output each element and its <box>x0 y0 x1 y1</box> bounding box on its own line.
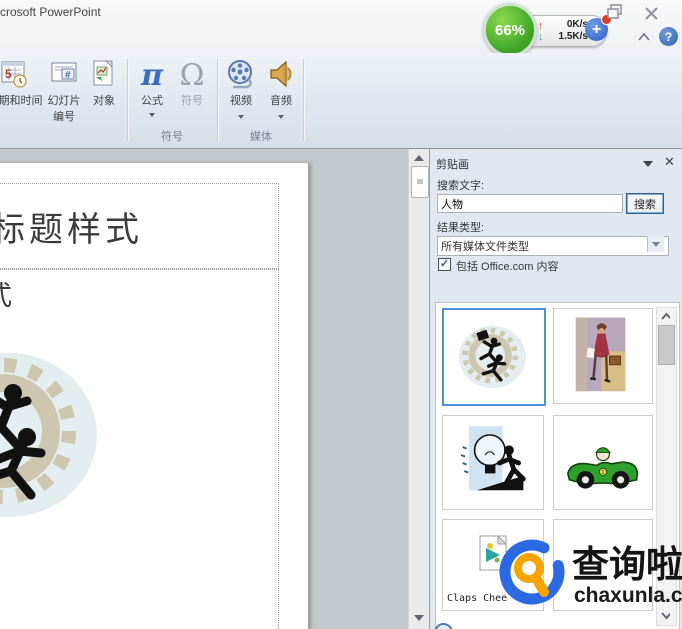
green-cartoon-car-image <box>566 446 639 489</box>
window-title: crosoft PowerPoint <box>0 5 101 19</box>
date-and-time-button[interactable]: 5 日期和时间 <box>0 55 43 145</box>
watermark-text: 查询啦 <box>572 542 682 586</box>
idea-lightbulb-figure-image <box>453 421 533 505</box>
ribbon: 5 日期和时间 # 幻灯片 编号 对象 <box>0 53 682 149</box>
object-button[interactable]: 对象 <box>86 55 122 145</box>
group-label-symbols: 符号 <box>161 131 183 143</box>
woman-walking-image <box>574 316 627 393</box>
close-window-icon[interactable] <box>644 6 659 21</box>
thumb-grip <box>417 179 423 184</box>
body-placeholder-text: 式 <box>0 274 12 313</box>
chevron-down-icon <box>149 113 155 117</box>
slide-number-button[interactable]: # 幻灯片 编号 <box>40 55 88 145</box>
powerpoint-window: 1 crosoft PowerPoint ↑ 0K/s ↓ 1.5K/s 66%… <box>0 0 682 629</box>
scroll-up-icon[interactable] <box>414 155 424 161</box>
pane-title: 剪贴画 <box>436 159 469 171</box>
scrollbar-thumb[interactable] <box>658 325 675 365</box>
title-placeholder-text: 标题样式 <box>0 211 143 249</box>
include-office-checkbox[interactable]: ✓ <box>438 258 451 271</box>
chevron-down-icon <box>238 115 244 119</box>
scroll-down-icon[interactable] <box>414 615 424 621</box>
title-bar: crosoft PowerPoint ↑ 0K/s ↓ 1.5K/s 66% +… <box>0 0 682 57</box>
chevron-down-icon <box>278 115 284 119</box>
workspace-scrollbar[interactable] <box>408 149 430 629</box>
group-separator <box>303 59 305 141</box>
help-button[interactable]: ? <box>659 27 678 46</box>
chevron-down-icon <box>652 241 660 247</box>
plus-icon: + <box>591 20 602 38</box>
scrollbar-thumb[interactable] <box>411 166 429 198</box>
search-button[interactable]: 搜索 <box>626 193 664 214</box>
result-type-dropdown[interactable]: 所有媒体文件类型 <box>437 236 669 256</box>
upload-speed: 0K/s <box>566 19 588 30</box>
download-progress-badge[interactable]: 66% <box>483 3 537 57</box>
progress-percent: 66% <box>494 21 526 39</box>
speaker-icon <box>270 60 292 88</box>
svg-text:#: # <box>65 70 71 81</box>
result-thumbnail-lightbulb[interactable] <box>442 415 544 510</box>
title-placeholder[interactable]: 标题样式 <box>0 183 279 269</box>
people-gears-runners-image <box>456 319 532 395</box>
object-icon <box>93 60 113 86</box>
slide-workspace: 标题样式 式 <box>0 149 430 629</box>
calendar-clock-icon: 5 <box>1 61 27 88</box>
omega-symbol-icon: Ω <box>179 58 205 93</box>
group-separator <box>127 59 129 141</box>
result-thumbnail-woman[interactable] <box>553 308 653 404</box>
result-type-label: 结果类型: <box>437 222 485 234</box>
search-text-label: 搜索文字: <box>437 180 485 192</box>
collapse-ribbon-icon[interactable] <box>637 31 651 42</box>
result-type-value: 所有媒体文件类型 <box>441 241 529 253</box>
pane-close-icon[interactable]: ✕ <box>664 154 675 170</box>
chaxunla-logo-icon <box>499 539 565 605</box>
group-separator <box>217 59 219 141</box>
slide-number-icon: # <box>51 62 77 82</box>
svg-text:5: 5 <box>5 67 12 81</box>
result-thumbnail-car[interactable] <box>553 415 653 510</box>
slide-canvas[interactable]: 标题样式 式 <box>0 163 309 629</box>
inserted-clipart-runners[interactable] <box>0 335 118 535</box>
download-speed: 1.5K/s <box>558 31 588 42</box>
help-icon: ? <box>664 29 673 44</box>
search-input[interactable] <box>437 194 623 213</box>
pi-equation-icon: π <box>141 58 163 93</box>
include-office-label: 包括 Office.com 内容 <box>456 261 559 273</box>
group-label-media: 媒体 <box>250 131 272 143</box>
watermark-domain: chaxunla.com <box>574 584 682 607</box>
check-icon: ✓ <box>439 258 450 270</box>
film-reel-icon <box>228 60 252 89</box>
restore-window-icon[interactable] <box>607 4 623 20</box>
pane-menu-icon[interactable] <box>643 161 653 167</box>
result-thumbnail-runners[interactable] <box>442 308 546 406</box>
scroll-up-icon[interactable] <box>661 312 670 321</box>
chaxunla-watermark: 查询啦 chaxunla.com <box>498 532 682 627</box>
dropdown-arrow-button[interactable] <box>647 236 664 252</box>
